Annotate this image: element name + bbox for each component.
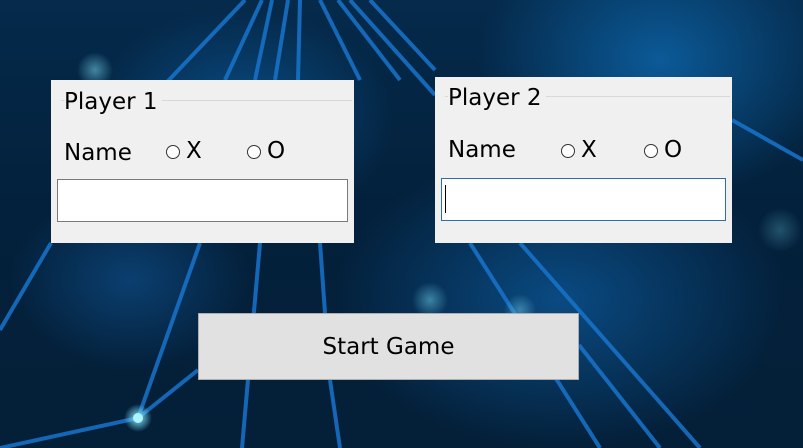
- player1-name-input[interactable]: [57, 179, 348, 222]
- player1-title: Player 1: [64, 91, 162, 114]
- player2-name-input[interactable]: [441, 178, 726, 221]
- player2-radio-o[interactable]: O: [644, 139, 682, 162]
- player1-radio-x-label: X: [186, 138, 202, 164]
- player2-group: Player 2 Name X O: [435, 77, 732, 243]
- player1-group: Player 1 Name X O: [51, 80, 354, 243]
- radio-circle-icon: [561, 143, 575, 158]
- player2-radio-x[interactable]: X: [561, 139, 597, 162]
- radio-circle-icon: [166, 144, 180, 159]
- text-caret: [445, 185, 446, 213]
- player2-radio-x-label: X: [581, 137, 597, 163]
- player1-radio-o[interactable]: O: [247, 140, 285, 163]
- player2-title: Player 2: [448, 87, 546, 110]
- player2-name-label: Name: [448, 137, 516, 163]
- player2-radio-o-label: O: [664, 137, 683, 163]
- start-game-button[interactable]: Start Game: [198, 313, 579, 380]
- radio-circle-icon: [644, 143, 658, 158]
- radio-circle-icon: [247, 144, 261, 159]
- player1-radio-o-label: O: [267, 138, 286, 164]
- player1-radio-x[interactable]: X: [166, 140, 202, 163]
- player1-name-label: Name: [64, 140, 132, 166]
